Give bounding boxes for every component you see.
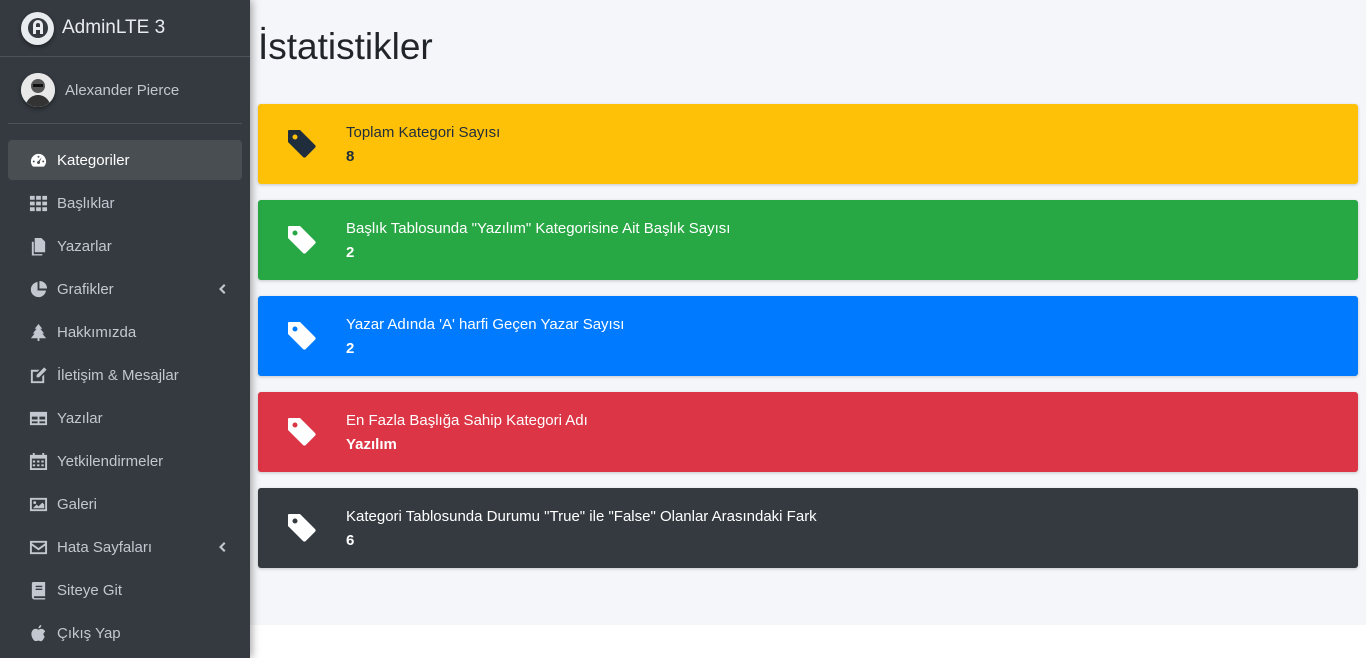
sidebar-item-label: Siteye Git (57, 581, 123, 599)
tag-icon (258, 224, 346, 256)
copy-icon (28, 236, 48, 256)
stat-box-en-fazla-baslik: En Fazla Başlığa Sahip Kategori Adı Yazı… (258, 392, 1358, 472)
stat-value: 2 (346, 244, 355, 261)
sidebar-item-label: Yazılar (57, 409, 103, 427)
tag-icon (258, 128, 346, 160)
pie-chart-icon (28, 279, 48, 299)
sidebar-item-siteye-git[interactable]: Siteye Git (8, 570, 242, 610)
apple-icon (28, 623, 48, 643)
user-panel[interactable]: Alexander Pierce (8, 57, 242, 124)
chevron-left-icon[interactable] (216, 539, 228, 555)
grid-icon (28, 193, 48, 213)
sidebar-item-yazilar[interactable]: Yazılar (8, 398, 242, 438)
content-wrapper: İstatistikler Toplam Kategori Sayısı 8 B… (250, 0, 1366, 625)
stat-label: Yazar Adında 'A' harfi Geçen Yazar Sayıs… (346, 316, 625, 333)
sidebar-item-iletisim[interactable]: İletişim & Mesajlar (8, 355, 242, 395)
stat-label: Toplam Kategori Sayısı (346, 124, 501, 141)
stat-value: 2 (346, 340, 355, 357)
stat-value: 8 (346, 148, 355, 165)
sidebar-item-yazarlar[interactable]: Yazarlar (8, 226, 242, 266)
tree-icon (28, 322, 48, 342)
sidebar-item-label: Yetkilendirmeler (57, 452, 164, 470)
sidebar-item-galeri[interactable]: Galeri (8, 484, 242, 524)
sidebar-item-label: Grafikler (57, 280, 114, 298)
page-title: İstatistikler (258, 26, 433, 67)
stat-label: Kategori Tablosunda Durumu "True" ile "F… (346, 508, 817, 525)
sidebar-item-label: Hata Sayfaları (57, 538, 153, 556)
sidebar-item-label: Galeri (57, 495, 98, 513)
envelope-icon (28, 537, 48, 557)
sidebar-nav: Kategoriler Başlıklar Yazarlar Grafikler (0, 140, 250, 653)
user-name: Alexander Pierce (65, 81, 180, 99)
tag-icon (258, 320, 346, 352)
chevron-left-icon[interactable] (216, 281, 228, 297)
sidebar-item-grafikler[interactable]: Grafikler (8, 269, 242, 309)
calendar-icon (28, 451, 48, 471)
sidebar-item-label: Yazarlar (57, 237, 112, 255)
sidebar-item-label: İletişim & Mesajlar (57, 366, 179, 384)
avatar (21, 73, 55, 107)
sidebar-item-yetkilendirmeler[interactable]: Yetkilendirmeler (8, 441, 242, 481)
edit-icon (28, 365, 48, 385)
table-icon (28, 408, 48, 428)
sidebar-item-label: Başlıklar (57, 194, 115, 212)
tag-icon (258, 512, 346, 544)
tag-icon (258, 416, 346, 448)
sidebar-item-hata-sayfalari[interactable]: Hata Sayfaları (8, 527, 242, 567)
stat-value: 6 (346, 532, 355, 549)
stat-label: En Fazla Başlığa Sahip Kategori Adı (346, 412, 588, 429)
stat-box-durum-fark: Kategori Tablosunda Durumu "True" ile "F… (258, 488, 1358, 568)
sidebar-item-basliklar[interactable]: Başlıklar (8, 183, 242, 223)
stat-box-toplam-kategori: Toplam Kategori Sayısı 8 (258, 104, 1358, 184)
tachometer-icon (28, 150, 48, 170)
stat-label: Başlık Tablosunda "Yazılım" Kategorisine… (346, 220, 731, 237)
sidebar-item-label: Çıkış Yap (57, 624, 121, 642)
sidebar-item-cikis-yap[interactable]: Çıkış Yap (8, 613, 242, 653)
brand-link[interactable]: AdminLTE 3 (0, 0, 250, 57)
sidebar-item-hakkimizda[interactable]: Hakkımızda (8, 312, 242, 352)
sidebar-item-label: Hakkımızda (57, 323, 137, 341)
sidebar-item-label: Kategoriler (57, 151, 130, 169)
stat-box-yazilim-baslik: Başlık Tablosunda "Yazılım" Kategorisine… (258, 200, 1358, 280)
image-icon (28, 494, 48, 514)
book-icon (28, 580, 48, 600)
stat-box-yazar-a-harfi: Yazar Adında 'A' harfi Geçen Yazar Sayıs… (258, 296, 1358, 376)
sidebar-item-kategoriler[interactable]: Kategoriler (8, 140, 242, 180)
brand-title: AdminLTE 3 (62, 17, 166, 38)
stat-value: Yazılım (346, 436, 397, 453)
sidebar: AdminLTE 3 Alexander Pierce Kategoriler … (0, 0, 250, 658)
adminlte-logo-icon (21, 11, 54, 45)
